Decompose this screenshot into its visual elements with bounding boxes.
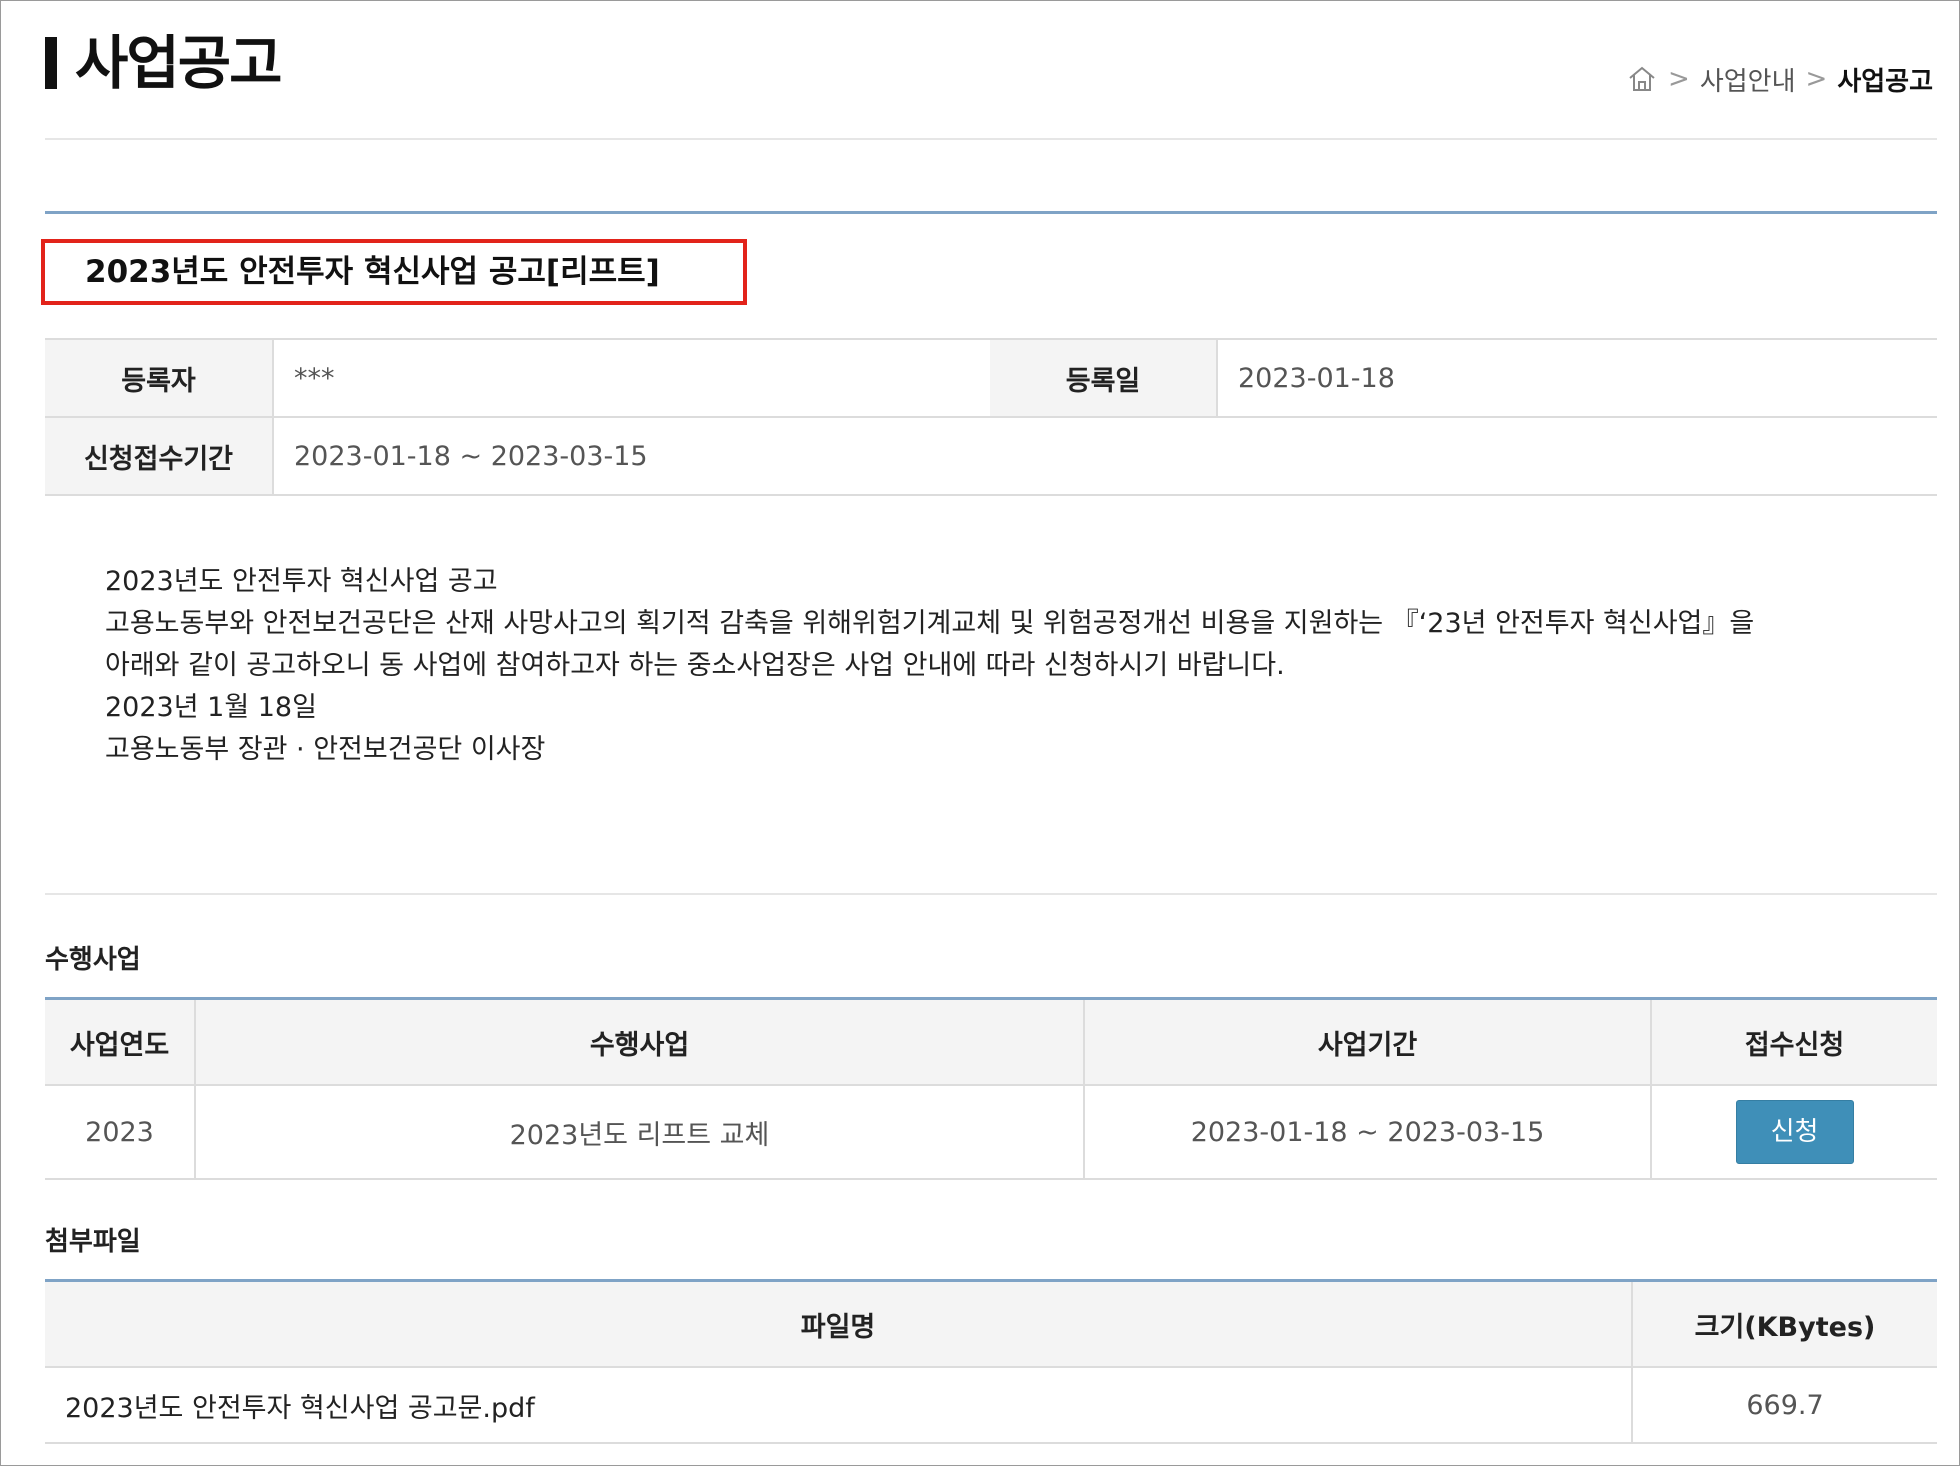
table-row: 2023 2023년도 리프트 교체 2023-01-18 ~ 2023-03-… (45, 1085, 1937, 1180)
breadcrumb-item-current[interactable]: 사업공고 (1837, 61, 1933, 98)
notice-title: 2023년도 안전투자 혁신사업 공고[리프트] (41, 239, 747, 305)
chevron-right-icon: > (1805, 64, 1828, 94)
breadcrumb-item-business-info[interactable]: 사업안내 (1700, 61, 1796, 98)
attachments-section-label: 첨부파일 (45, 1227, 141, 1257)
chevron-right-icon: > (1668, 64, 1690, 94)
column-header-apply: 접수신청 (1650, 1000, 1937, 1086)
notice-body: 2023년도 안전투자 혁신사업 공고 고용노동부와 안전보건공단은 산재 사망… (105, 561, 1905, 771)
page-title: 사업공고 (75, 29, 282, 97)
notice-top-border (45, 211, 1937, 214)
body-line: 아래와 같이 공고하오니 동 사업에 참여하고자 하는 중소사업장은 사업 안내… (105, 650, 1285, 681)
project-name: 2023년도 리프트 교체 (194, 1085, 1084, 1180)
column-header-filename: 파일명 (45, 1282, 1632, 1368)
date-value: 2023-01-18 (1216, 338, 1937, 418)
column-header-project: 수행사업 (194, 1000, 1084, 1086)
attachments-table: 파일명 크기(KBytes) 2023년도 안전투자 혁신사업 공고문.pdf … (45, 1282, 1937, 1444)
column-header-size: 크기(KBytes) (1631, 1282, 1937, 1368)
projects-section-label: 수행사업 (45, 945, 141, 975)
column-header-period: 사업기간 (1083, 1000, 1651, 1086)
breadcrumb: > 사업안내 > 사업공고 (1626, 59, 1933, 99)
registrant-value: *** (272, 338, 990, 418)
projects-table: 사업연도 수행사업 사업기간 접수신청 2023 2023년도 리프트 교체 2… (45, 1000, 1937, 1180)
attachment-filename-link[interactable]: 2023년도 안전투자 혁신사업 공고문.pdf (45, 1367, 1632, 1444)
body-line: 고용노동부와 안전보건공단은 산재 사망사고의 획기적 감축을 위해위험기계교체… (105, 608, 1755, 639)
period-value: 2023-01-18 ~ 2023-03-15 (272, 417, 1937, 496)
body-line: 2023년 1월 18일 (105, 692, 317, 723)
project-period: 2023-01-18 ~ 2023-03-15 (1083, 1085, 1651, 1180)
date-label: 등록일 (990, 338, 1217, 418)
body-line: 2023년도 안전투자 혁신사업 공고 (105, 566, 498, 597)
project-year: 2023 (45, 1085, 195, 1180)
header-divider (45, 138, 1937, 140)
period-label: 신청접수기간 (45, 417, 273, 496)
home-icon[interactable] (1626, 63, 1658, 95)
notice-info-table: 등록자 *** 등록일 2023-01-18 신청접수기간 2023-01-18… (45, 338, 1937, 496)
body-line: 고용노동부 장관 · 안전보건공단 이사장 (105, 734, 546, 765)
column-header-year: 사업연도 (45, 1000, 195, 1086)
apply-cell: 신청 (1650, 1085, 1937, 1180)
table-row: 2023년도 안전투자 혁신사업 공고문.pdf 669.7 (45, 1367, 1937, 1444)
body-divider (45, 893, 1937, 895)
apply-button[interactable]: 신청 (1735, 1100, 1854, 1164)
registrant-label: 등록자 (45, 338, 273, 418)
attachment-size: 669.7 (1631, 1367, 1937, 1444)
